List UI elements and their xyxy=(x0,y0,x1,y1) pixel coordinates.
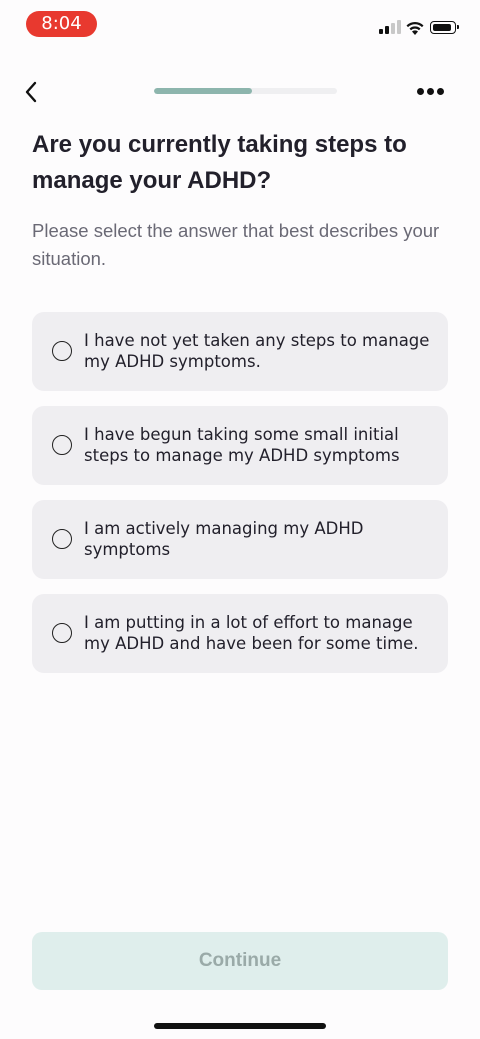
answer-option[interactable]: I have begun taking some small initial s… xyxy=(32,406,448,485)
top-nav xyxy=(0,70,480,114)
radio-button[interactable] xyxy=(52,435,72,455)
progress-bar xyxy=(154,88,337,94)
radio-button[interactable] xyxy=(52,341,72,361)
question-title: Are you currently taking steps to manage… xyxy=(32,131,407,194)
radio-button[interactable] xyxy=(52,623,72,643)
continue-button[interactable]: Continue xyxy=(32,932,448,990)
question-subtitle: Please select the answer that best descr… xyxy=(32,220,440,269)
answer-options: I have not yet taken any steps to manage… xyxy=(32,312,448,688)
more-options-icon[interactable] xyxy=(412,80,448,104)
progress-bar-fill xyxy=(154,88,252,94)
status-bar: 8:04 xyxy=(0,0,480,48)
wifi-icon xyxy=(406,21,424,35)
answer-option[interactable]: I have not yet taken any steps to manage… xyxy=(32,312,448,391)
cellular-signal-icon xyxy=(379,20,401,34)
answer-option-label: I have not yet taken any steps to manage… xyxy=(84,331,430,371)
answer-option[interactable]: I am actively managing my ADHD symptoms xyxy=(32,500,448,579)
answer-option[interactable]: I am putting in a lot of effort to manag… xyxy=(32,594,448,673)
answer-option-label: I have begun taking some small initial s… xyxy=(84,425,400,465)
answer-option-label: I am putting in a lot of effort to manag… xyxy=(84,613,419,653)
radio-button[interactable] xyxy=(52,529,72,549)
home-indicator[interactable] xyxy=(154,1023,326,1029)
answer-option-label: I am actively managing my ADHD symptoms xyxy=(84,519,364,559)
battery-icon xyxy=(430,21,459,34)
status-time: 8:04 xyxy=(26,11,97,37)
back-chevron-icon[interactable] xyxy=(18,78,46,106)
